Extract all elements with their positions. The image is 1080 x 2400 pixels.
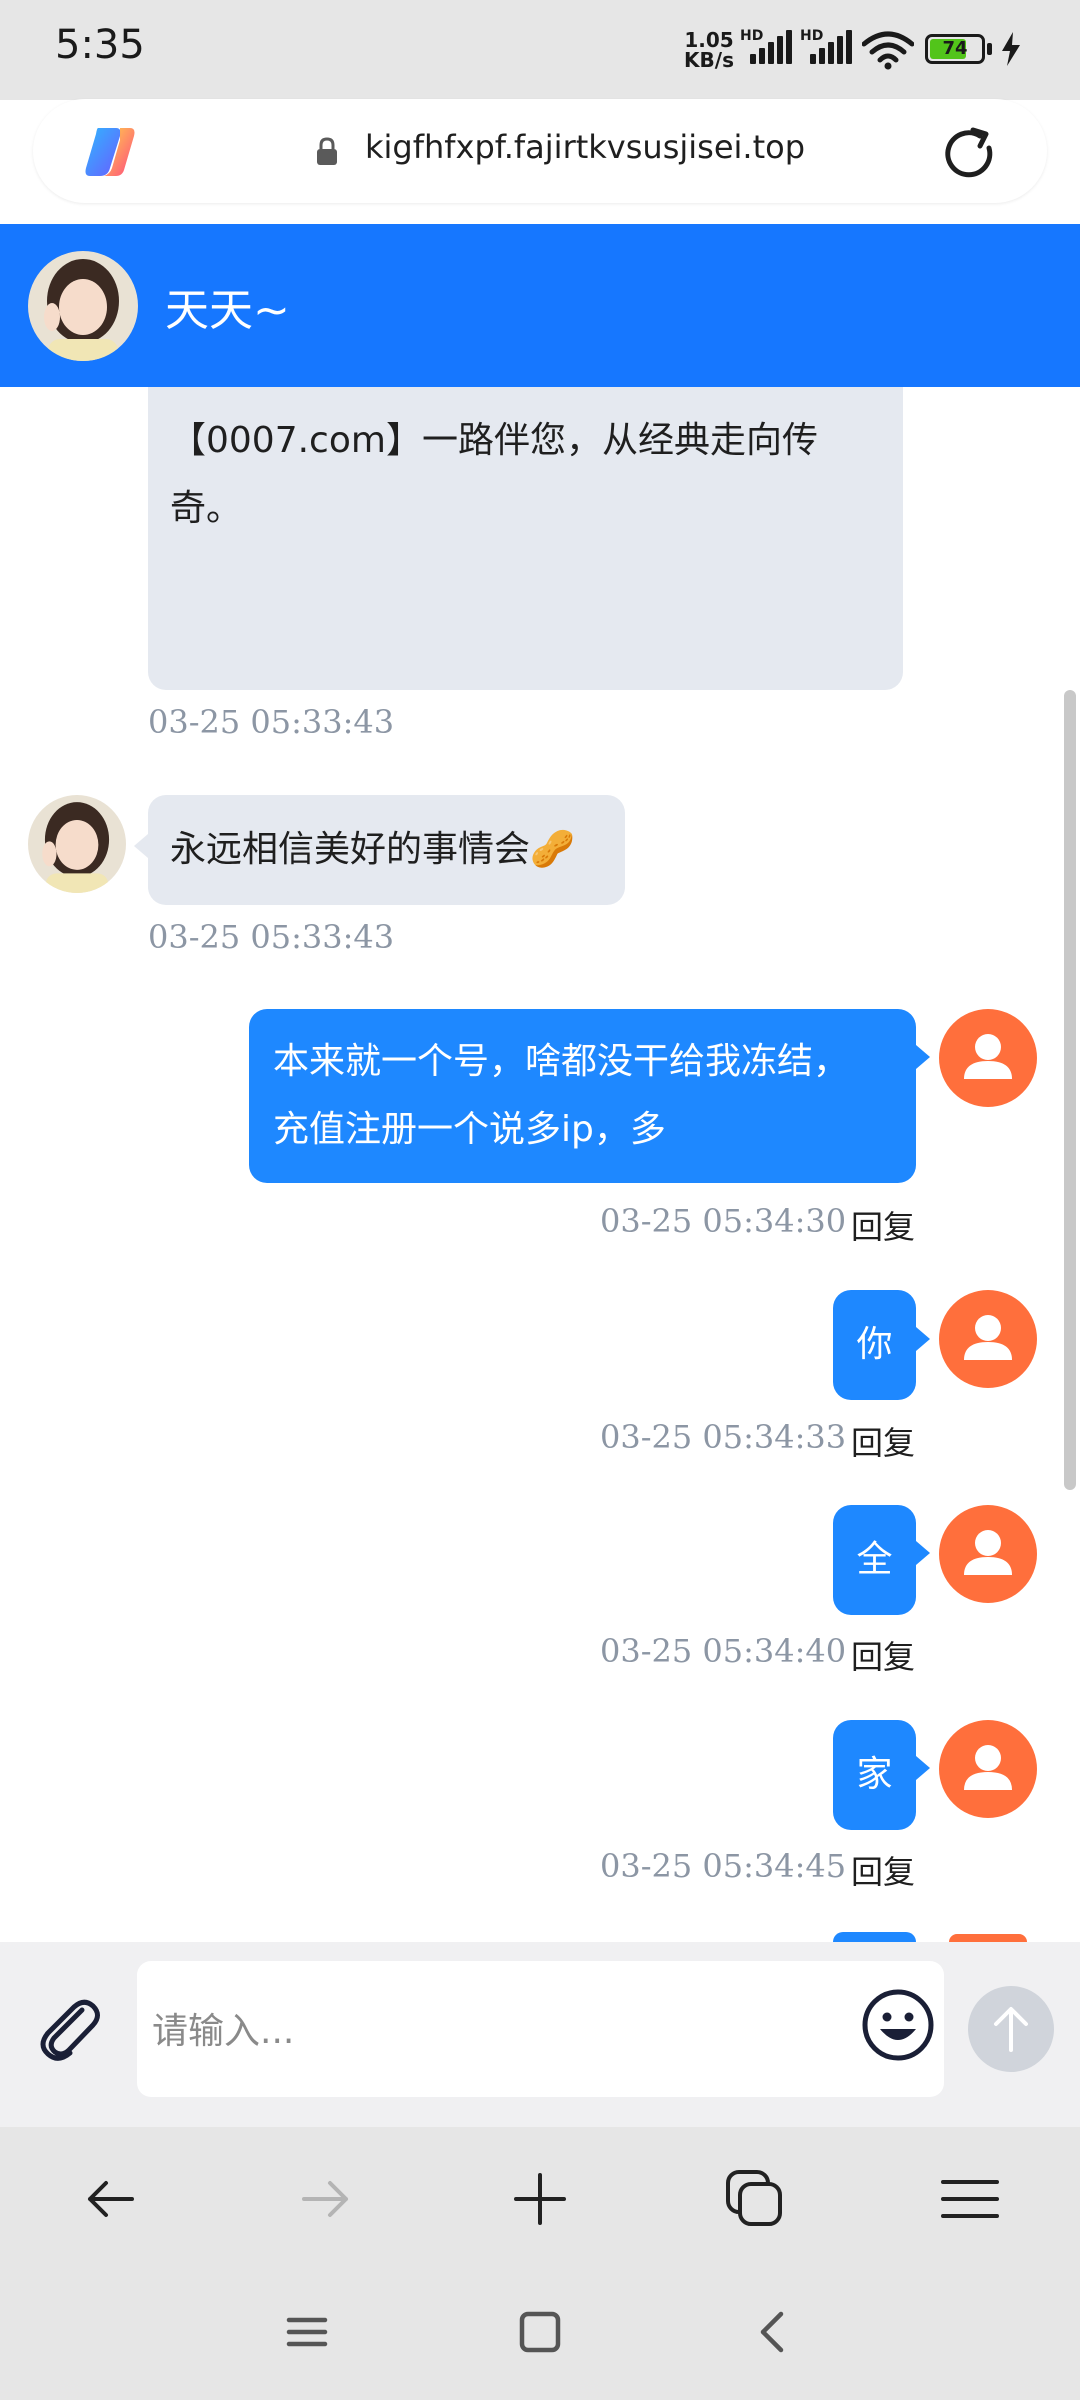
user-avatar-partial [949, 1934, 1027, 1942]
contact-avatar-image [28, 251, 138, 361]
user-icon [964, 1745, 1012, 1790]
status-bar [0, 0, 1080, 100]
battery-icon: 74 [925, 34, 985, 64]
user-icon [964, 1530, 1012, 1575]
message-line: 全 [856, 1539, 893, 1580]
message-timestamp: 03-25 05:33:43 [148, 703, 395, 741]
lock-icon [317, 137, 337, 165]
user-avatar[interactable] [939, 1720, 1037, 1818]
bubble-tail [916, 1045, 930, 1069]
message-bubble-outgoing[interactable]: 本来就一个号，啥都没干给我冻结， 充值注册一个说多ip，多 [249, 1009, 916, 1183]
url-text[interactable]: kigfhfxpf.fajirtkvsusjisei.top [365, 128, 805, 166]
message-bubble-incoming[interactable]: 【0007.com】一路伴您，从经典走向传 奇。 [148, 387, 903, 690]
system-back-icon[interactable] [737, 2297, 807, 2367]
reload-icon[interactable] [940, 125, 998, 183]
message-timestamp: 03-25 05:34:30 [600, 1202, 847, 1240]
message-bubble-incoming[interactable]: 永远相信美好的事情会🥜 [148, 795, 625, 905]
charging-bolt-icon [1002, 32, 1020, 66]
message-line: 本来就一个号，啥都没干给我冻结， [273, 1041, 850, 1082]
contact-avatar[interactable] [28, 251, 138, 361]
chat-header [0, 224, 1080, 387]
message-bubble-outgoing-partial [833, 1932, 916, 1942]
message-line: 奇。 [170, 488, 243, 529]
user-avatar[interactable] [939, 1009, 1037, 1107]
tabs-icon[interactable] [720, 2164, 790, 2234]
contact-avatar-image [28, 795, 126, 893]
smiley-icon[interactable] [860, 1987, 936, 2063]
forward-arrow-icon[interactable] [290, 2164, 360, 2234]
battery-nub [987, 43, 992, 55]
bubble-tail [916, 1541, 930, 1565]
arrow-up-icon [994, 2007, 1028, 2052]
contact-avatar-small[interactable] [28, 795, 126, 893]
paperclip-icon[interactable] [30, 1990, 108, 2068]
network-speed: 1.05 KB/s [684, 30, 734, 70]
reply-link[interactable]: 回复 [851, 1418, 915, 1464]
bubble-tail [916, 1327, 930, 1351]
new-tab-plus-icon[interactable] [505, 2164, 575, 2234]
message-timestamp: 03-25 05:34:45 [600, 1847, 847, 1885]
message-bubble-outgoing[interactable]: 你 [833, 1290, 916, 1400]
user-icon [964, 1034, 1012, 1079]
network-speed-unit: KB/s [684, 48, 734, 72]
network-speed-value: 1.05 [684, 28, 734, 52]
recent-apps-icon[interactable] [272, 2297, 342, 2367]
battery-percent: 74 [942, 38, 968, 59]
message-timestamp: 03-25 05:33:43 [148, 918, 395, 956]
wifi-icon [862, 31, 914, 70]
user-avatar[interactable] [939, 1505, 1037, 1603]
contact-name: 天天~ [165, 285, 290, 336]
message-line: 家 [856, 1754, 893, 1795]
home-icon[interactable] [505, 2297, 575, 2367]
message-timestamp: 03-25 05:34:40 [600, 1632, 847, 1670]
status-time: 5:35 [55, 22, 145, 68]
reply-link[interactable]: 回复 [851, 1847, 915, 1893]
sim2-hd-label: HD [800, 28, 824, 44]
back-arrow-icon[interactable] [76, 2164, 146, 2234]
signal-sim1-icon: HD [740, 28, 796, 68]
message-bubble-outgoing[interactable]: 全 [833, 1505, 916, 1615]
user-icon [964, 1315, 1012, 1360]
reply-link[interactable]: 回复 [851, 1632, 915, 1678]
message-bubble-outgoing[interactable]: 家 [833, 1720, 916, 1830]
message-line: 充值注册一个说多ip，多 [273, 1109, 666, 1150]
message-input-placeholder: 请输入... [152, 2011, 295, 2052]
reply-link[interactable]: 回复 [851, 1202, 915, 1248]
message-line: 永远相信美好的事情会🥜 [170, 829, 575, 870]
message-timestamp: 03-25 05:34:33 [600, 1418, 847, 1456]
sim1-hd-label: HD [740, 28, 764, 44]
scrollbar-thumb[interactable] [1064, 690, 1076, 1490]
signal-sim2-icon: HD [800, 28, 856, 68]
copilot-logo-icon[interactable] [80, 122, 140, 182]
menu-icon[interactable] [935, 2164, 1005, 2234]
bubble-tail [134, 834, 148, 858]
message-line: 你 [856, 1324, 893, 1365]
bubble-tail [916, 1756, 930, 1780]
user-avatar[interactable] [939, 1290, 1037, 1388]
send-button[interactable] [968, 1986, 1054, 2072]
message-line: 【0007.com】一路伴您，从经典走向传 [170, 420, 818, 461]
